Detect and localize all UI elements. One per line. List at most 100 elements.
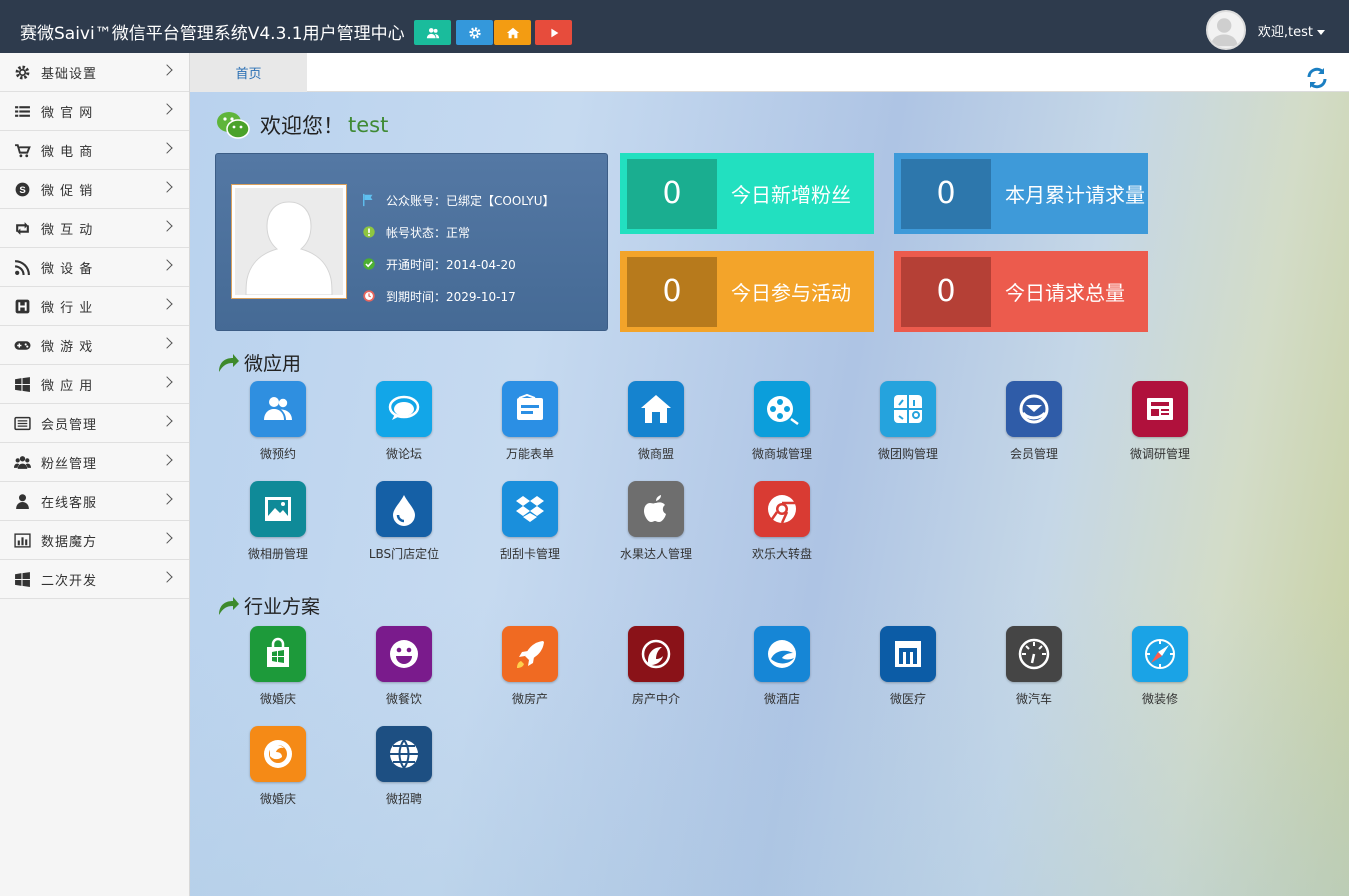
app-launcher[interactable]: 会员管理 <box>984 381 1084 462</box>
home-button[interactable] <box>494 20 531 45</box>
refresh-icon[interactable] <box>1305 66 1329 90</box>
sidebar-item[interactable]: 在线客服 <box>0 482 189 521</box>
app-launcher[interactable]: 微汽车 <box>984 626 1084 707</box>
avatar[interactable] <box>1205 10 1246 50</box>
play-icon <box>550 28 558 37</box>
drop-icon <box>393 495 415 526</box>
app-tile[interactable] <box>250 481 306 537</box>
app-launcher[interactable]: 欢乐大转盘 <box>732 481 832 562</box>
app-launcher[interactable]: 微论坛 <box>354 381 454 462</box>
sidebar-item[interactable]: 二次开发 <box>0 560 189 599</box>
stat-label: 今日请求总量 <box>1005 281 1125 305</box>
sidebar-item[interactable]: 微 应 用 <box>0 365 189 404</box>
app-tile[interactable] <box>376 626 432 682</box>
sidebar-item[interactable]: 微 官 网 <box>0 92 189 131</box>
sidebar-item[interactable]: 微 游 戏 <box>0 326 189 365</box>
swirl-icon <box>641 639 671 669</box>
sidebar-item[interactable]: 数据魔方 <box>0 521 189 560</box>
dropbox-icon <box>516 496 544 522</box>
welcome-text: 欢迎您！ <box>260 114 344 138</box>
app-launcher[interactable]: 微医疗 <box>858 626 958 707</box>
app-tile[interactable] <box>502 626 558 682</box>
app-launcher[interactable]: 微酒店 <box>732 626 832 707</box>
app-tile[interactable] <box>1132 626 1188 682</box>
app-launcher[interactable]: 微招聘 <box>354 726 454 807</box>
app-name: 微预约 <box>259 447 296 461</box>
app-launcher[interactable]: 水果达人管理 <box>606 481 706 562</box>
app-launcher[interactable]: 微婚庆 <box>228 726 328 807</box>
app-tile[interactable] <box>376 481 432 537</box>
app-tile[interactable] <box>1132 381 1188 437</box>
sidebar-item[interactable]: 粉丝管理 <box>0 443 189 482</box>
curved-arrow-icon <box>219 353 239 372</box>
chevron-right-icon <box>161 337 173 349</box>
app-tile[interactable] <box>250 381 306 437</box>
sidebar-item-label: 微 应 用 <box>41 378 94 394</box>
user-menu[interactable]: 欢迎,test <box>1205 10 1325 50</box>
app-name: 欢乐大转盘 <box>751 547 812 561</box>
app-tile[interactable] <box>754 481 810 537</box>
app-tile[interactable] <box>754 626 810 682</box>
sidebar-item[interactable]: 微 设 备 <box>0 248 189 287</box>
sidebar-item[interactable]: 微 互 动 <box>0 209 189 248</box>
app-tile[interactable] <box>376 726 432 782</box>
app-tile[interactable] <box>880 381 936 437</box>
sidebar-item[interactable]: S微 促 销 <box>0 170 189 209</box>
app-tile[interactable] <box>250 626 306 682</box>
chevron-right-icon <box>161 298 173 310</box>
app-name: 万能表单 <box>505 447 554 461</box>
profile-info-row: 开通时间：2014-04-20 <box>362 248 554 280</box>
app-launcher[interactable]: 微装修 <box>1110 626 1210 707</box>
list-icon <box>14 105 30 117</box>
welcome-username: test <box>348 113 389 137</box>
sidebar-item[interactable]: 基础设置 <box>0 53 189 92</box>
app-launcher[interactable]: 微相册管理 <box>228 481 328 562</box>
card-list-icon <box>13 416 31 430</box>
app-launcher[interactable]: 微商盟 <box>606 381 706 462</box>
app-launcher[interactable]: 微商城管理 <box>732 381 832 462</box>
app-launcher[interactable]: LBS门店定位 <box>354 481 454 562</box>
app-launcher[interactable]: 房产中介 <box>606 626 706 707</box>
app-tile[interactable] <box>502 481 558 537</box>
shopping-bag-icon <box>267 637 289 667</box>
app-tile[interactable] <box>628 381 684 437</box>
users-icon <box>426 27 439 38</box>
app-name: 微招聘 <box>385 792 422 806</box>
app-launcher[interactable]: 微调研管理 <box>1110 381 1210 462</box>
windows-icon <box>14 571 30 587</box>
cart-icon <box>14 143 31 157</box>
app-launcher[interactable]: 微预约 <box>228 381 328 462</box>
users-button[interactable] <box>414 20 451 45</box>
profile-info-text: 帐号状态：正常 <box>386 225 471 240</box>
user-greeting[interactable]: 欢迎,test <box>1258 21 1325 40</box>
profile-photo <box>231 184 347 299</box>
app-launcher[interactable]: 微房产 <box>480 626 580 707</box>
main-content: 首页 欢迎您！ test 公众账号：已绑定【COOLYU】 帐号状态：正常 开通… <box>190 53 1349 896</box>
app-tile[interactable] <box>376 381 432 437</box>
app-tile[interactable] <box>250 726 306 782</box>
app-tile[interactable] <box>628 626 684 682</box>
app-tile[interactable] <box>1006 626 1062 682</box>
app-tile[interactable] <box>880 626 936 682</box>
tab-home[interactable]: 首页 <box>190 53 307 92</box>
app-launcher[interactable]: 微婚庆 <box>228 626 328 707</box>
stat-label: 今日新增粉丝 <box>731 183 851 207</box>
app-tile[interactable] <box>754 381 810 437</box>
apple-icon <box>644 495 666 522</box>
sidebar-item[interactable]: 微 行 业 <box>0 287 189 326</box>
retweet-icon <box>15 221 29 235</box>
play-button[interactable] <box>535 20 572 45</box>
app-launcher[interactable]: 微团购管理 <box>858 381 958 462</box>
settings-button[interactable] <box>456 20 493 45</box>
app-launcher[interactable]: 微餐饮 <box>354 626 454 707</box>
thunderbird-icon <box>1019 394 1049 424</box>
sidebar-item[interactable]: 微 电 商 <box>0 131 189 170</box>
avatar-silhouette-icon <box>1210 18 1238 47</box>
app-tile[interactable] <box>502 381 558 437</box>
app-launcher[interactable]: 万能表单 <box>480 381 580 462</box>
app-tile[interactable] <box>1006 381 1062 437</box>
app-tile[interactable] <box>628 481 684 537</box>
sidebar-item[interactable]: 会员管理 <box>0 404 189 443</box>
app-launcher[interactable]: 刮刮卡管理 <box>480 481 580 562</box>
stat-label: 今日参与活动 <box>731 281 851 305</box>
